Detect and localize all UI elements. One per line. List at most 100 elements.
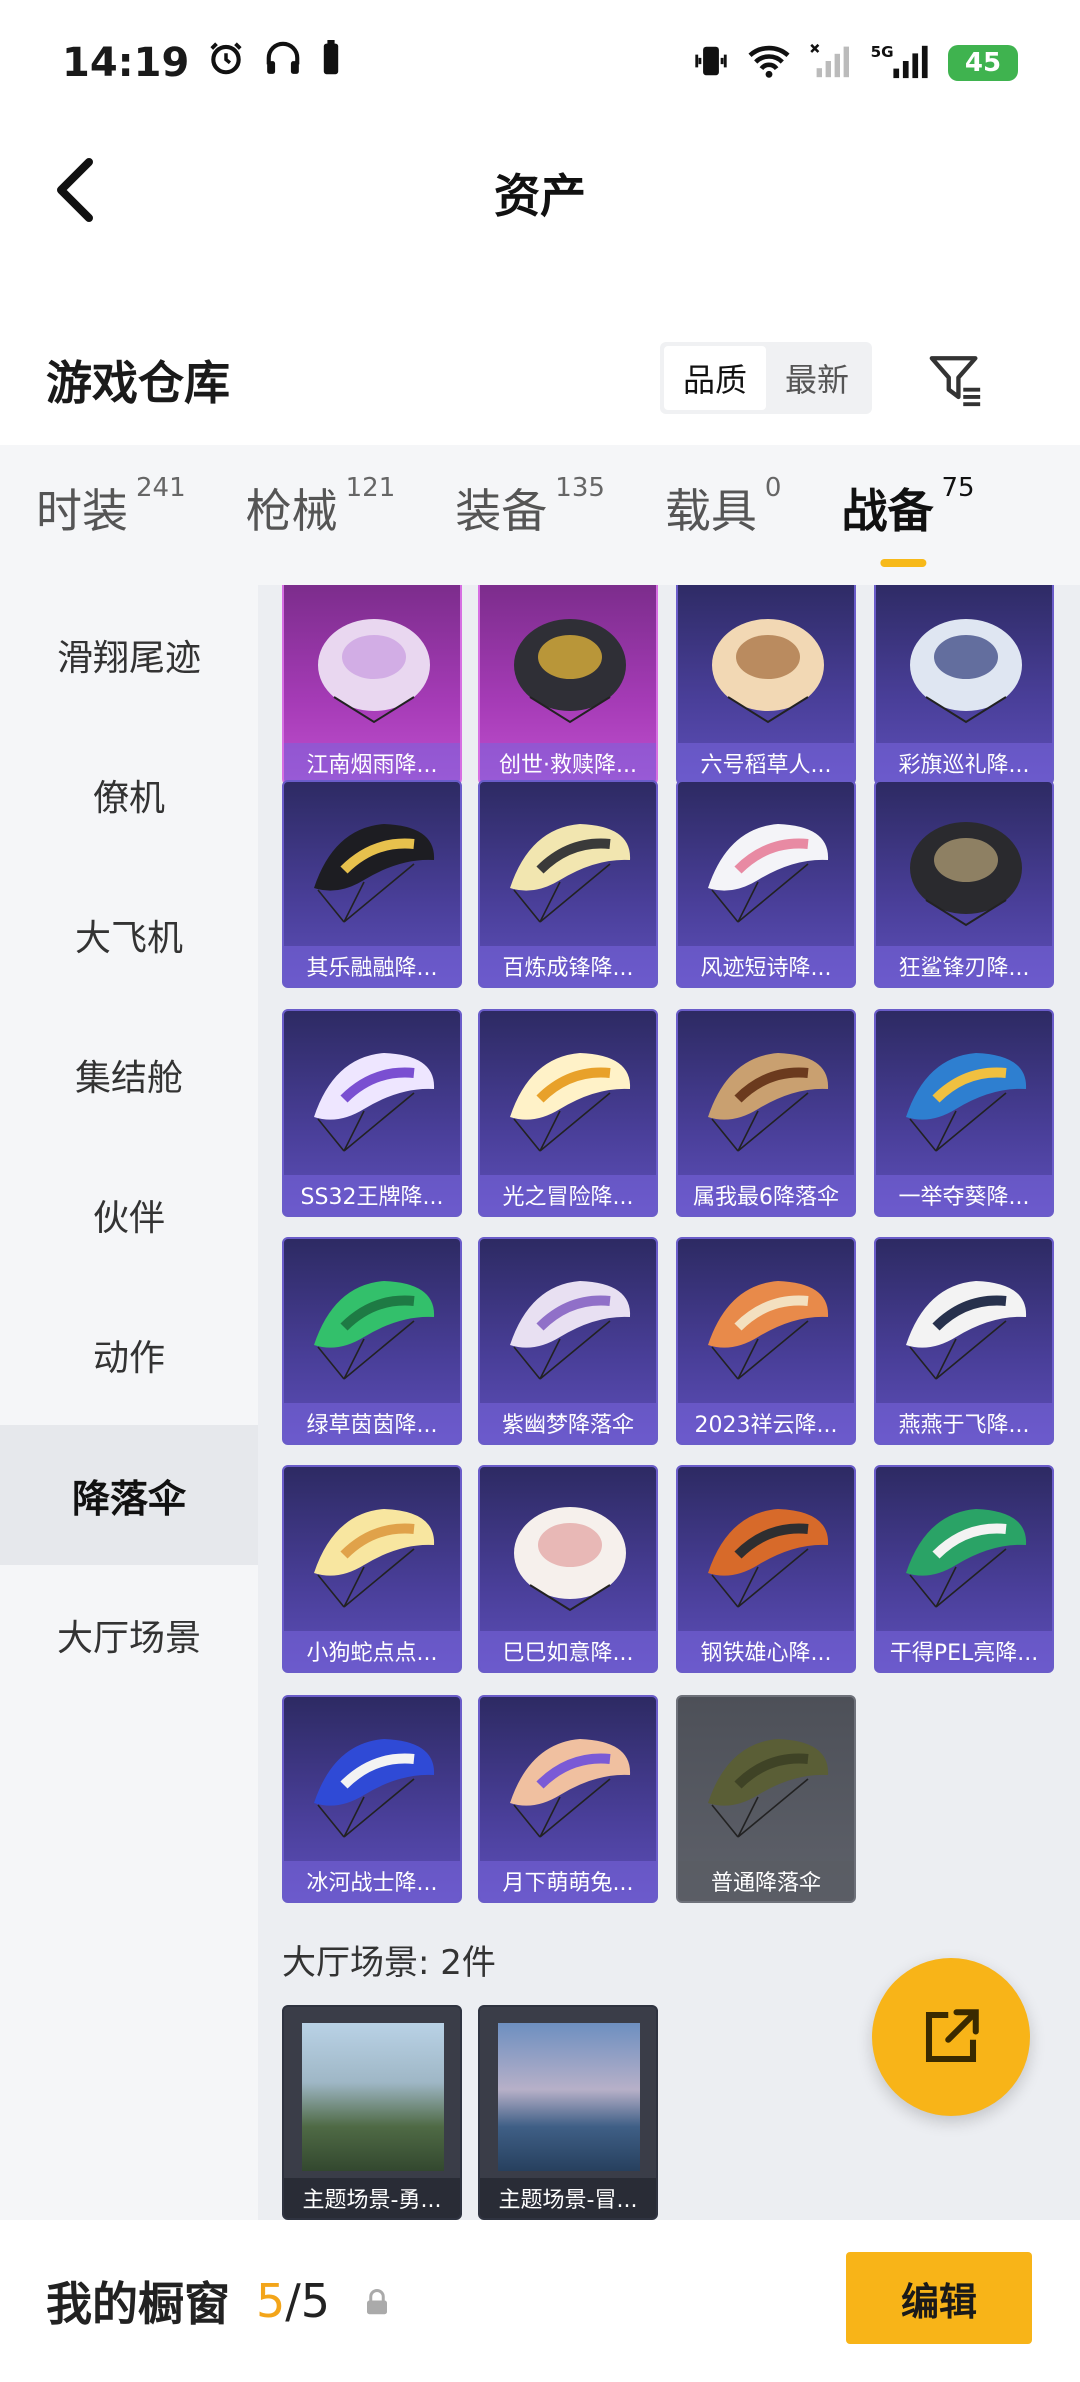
parachute-image (708, 824, 829, 923)
item-name: 冰河战士降... (284, 1861, 460, 1901)
share-fab-button[interactable] (872, 1958, 1030, 2116)
chevron-left-icon (57, 158, 93, 222)
parachute-item-card[interactable]: 钢铁雄心降... (676, 1465, 856, 1673)
showcase-label: 我的橱窗 (46, 2277, 230, 2331)
active-tab-indicator (880, 559, 927, 567)
tab-count: 241 (136, 473, 186, 503)
sidebar-item-partner[interactable]: 伙伴 (0, 1145, 258, 1285)
wifi-icon (746, 42, 792, 84)
parachute-item-card[interactable]: 属我最6降落伞 (676, 1009, 856, 1217)
parachute-item-card[interactable]: 百炼成锋降... (478, 780, 658, 988)
tab-guns[interactable]: 枪械 121 (246, 473, 396, 555)
parachute-image (906, 1053, 1027, 1152)
signal-empty-icon (808, 43, 854, 83)
parachute-image (910, 619, 1022, 724)
parachute-item-card[interactable]: 月下萌萌兔... (478, 1695, 658, 1903)
scene-item-name: 主题场景-冒... (480, 2178, 656, 2218)
item-name: 属我最6降落伞 (678, 1175, 854, 1215)
tab-vehicles[interactable]: 载具 0 (665, 473, 782, 555)
sidebar-item-assembly-pod[interactable]: 集结舱 (0, 1005, 258, 1145)
parachute-item-card[interactable]: 2023祥云降... (676, 1237, 856, 1445)
bottom-bar: 我的橱窗 5/5 编辑 (0, 2220, 1080, 2382)
sidebar-item-glide-trail[interactable]: 滑翔尾迹 (0, 585, 258, 725)
parachute-image (708, 1509, 829, 1608)
parachute-image (314, 824, 435, 923)
parachute-image (712, 619, 824, 724)
item-name: 月下萌萌兔... (480, 1861, 656, 1901)
item-name: 干得PEL亮降... (876, 1631, 1052, 1671)
parachute-image (708, 1053, 829, 1152)
sort-quality-button[interactable]: 品质 (664, 346, 766, 410)
status-right: 5G 45 (692, 42, 1018, 84)
parachute-item-card[interactable]: 冰河战士降... (282, 1695, 462, 1903)
tab-count: 135 (555, 473, 605, 503)
parachute-image (708, 1281, 829, 1380)
tab-label: 装备 (455, 484, 548, 538)
parachute-item-card[interactable]: 绿草茵茵降... (282, 1237, 462, 1445)
parachute-item-card[interactable]: 光之冒险降... (478, 1009, 658, 1217)
item-name: 绿草茵茵降... (284, 1403, 460, 1443)
battery-indicator: 45 (948, 44, 1018, 81)
parachute-image (510, 824, 631, 923)
parachute-item-card[interactable]: 干得PEL亮降... (874, 1465, 1054, 1673)
parachute-image (906, 1281, 1027, 1380)
filter-icon (929, 356, 981, 407)
status-left: 14:19 (62, 39, 341, 87)
scene-item-name: 主题场景-勇... (284, 2178, 460, 2218)
tab-combat-gear[interactable]: 战备 75 (841, 473, 975, 567)
item-name: 百炼成锋降... (480, 946, 656, 986)
sidebar-item-parachute[interactable]: 降落伞 (0, 1425, 258, 1565)
parachute-item-card[interactable]: 风迹短诗降... (676, 780, 856, 988)
tab-label: 战备 (841, 484, 934, 538)
sidebar-item-wingman[interactable]: 僚机 (0, 725, 258, 865)
parachute-item-card[interactable]: 创世·救赎降... (478, 585, 658, 785)
tab-fashion[interactable]: 时装 241 (36, 473, 186, 555)
item-name: 光之冒险降... (480, 1175, 656, 1215)
sort-newest-button[interactable]: 最新 (766, 346, 868, 410)
header: 资产 (0, 125, 1080, 260)
parachute-item-card[interactable]: 彩旗巡礼降... (874, 585, 1054, 785)
tab-count: 121 (345, 473, 396, 503)
item-name: 彩旗巡礼降... (876, 743, 1052, 783)
item-name: 风迹短诗降... (678, 946, 854, 986)
item-name: 紫幽梦降落伞 (480, 1403, 656, 1443)
scene-thumbnail (498, 2023, 640, 2171)
parachute-item-card[interactable]: 江南烟雨降... (282, 585, 462, 785)
tab-label: 时装 (36, 484, 128, 538)
parachute-image (314, 1739, 435, 1838)
parachute-item-card[interactable]: 紫幽梦降落伞 (478, 1237, 658, 1445)
tab-equipment[interactable]: 装备 135 (455, 473, 605, 555)
sidebar: 滑翔尾迹 僚机 大飞机 集结舱 伙伴 动作 降落伞 大厅场景 (0, 585, 258, 2220)
item-name: SS32王牌降... (284, 1175, 460, 1215)
parachute-item-card[interactable]: 其乐融融降... (282, 780, 462, 988)
status-bar: 14:19 5G 45 (0, 0, 1080, 125)
item-name: 一举夺葵降... (876, 1175, 1052, 1215)
edit-button[interactable]: 编辑 (846, 2252, 1032, 2344)
showcase-total: /5 (285, 2274, 331, 2328)
parachute-image (708, 1739, 829, 1838)
parachute-item-card[interactable]: 一举夺葵降... (874, 1009, 1054, 1217)
lock-icon (362, 2288, 392, 2322)
parachute-item-card[interactable]: 巳巳如意降... (478, 1465, 658, 1673)
parachute-item-card[interactable]: 燕燕于飞降... (874, 1237, 1054, 1445)
parachute-item-card[interactable]: 六号稻草人... (676, 585, 856, 785)
lobby-scene-section-label: 大厅场景: 2件 (282, 1943, 496, 1983)
parachute-image (314, 1281, 435, 1380)
parachute-item-card[interactable]: 小狗蛇点点... (282, 1465, 462, 1673)
parachute-image (910, 822, 1022, 927)
parachute-image (906, 1509, 1027, 1608)
item-name: 其乐融融降... (284, 946, 460, 986)
parachute-image (318, 619, 430, 724)
back-button[interactable] (40, 155, 110, 225)
parachute-item-card[interactable]: 狂鲨锋刃降... (874, 780, 1054, 988)
sidebar-item-big-plane[interactable]: 大飞机 (0, 865, 258, 1005)
sort-toggle: 品质 最新 (660, 342, 872, 414)
parachute-item-card[interactable]: SS32王牌降... (282, 1009, 462, 1217)
sidebar-item-emote[interactable]: 动作 (0, 1285, 258, 1425)
filter-button[interactable] (920, 344, 992, 416)
sidebar-item-lobby-scene[interactable]: 大厅场景 (0, 1565, 258, 1705)
lobby-scene-item-card[interactable]: 主题场景-勇... (282, 2005, 462, 2220)
parachute-item-card[interactable]: 普通降落伞 (676, 1695, 856, 1903)
alarm-icon (207, 39, 245, 87)
lobby-scene-item-card[interactable]: 主题场景-冒... (478, 2005, 658, 2220)
